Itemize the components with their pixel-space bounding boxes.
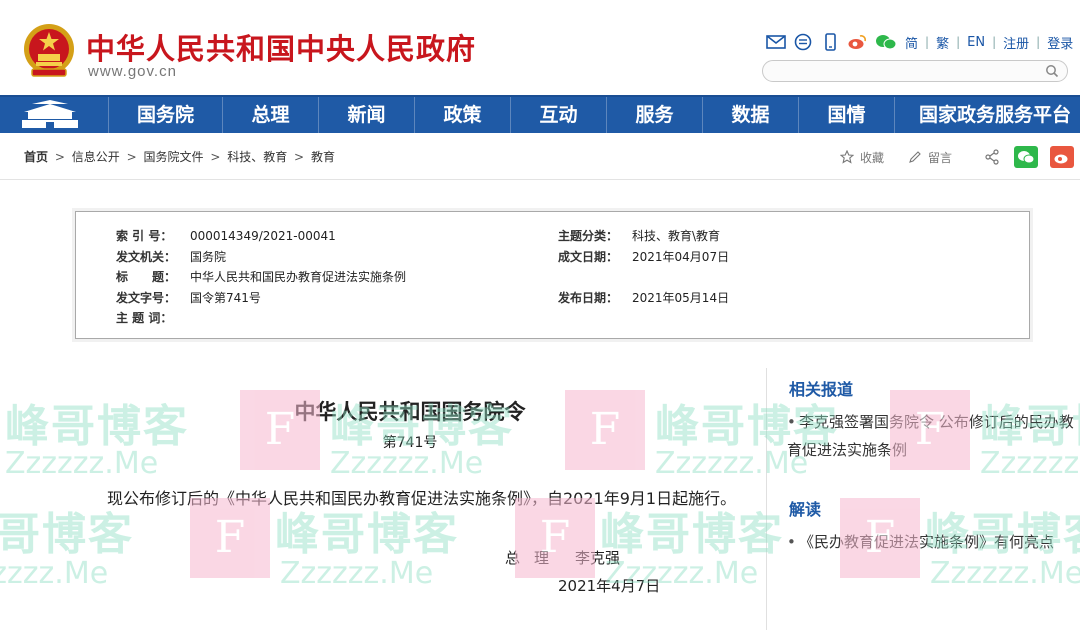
info-label: 发布日期： bbox=[558, 291, 619, 305]
watermark-text-en: Zzzzzz.Me bbox=[5, 446, 159, 481]
site-header: 中华人民共和国中央人民政府 www.gov.cn 简 | 繁 | EN | 注册… bbox=[0, 0, 1080, 95]
search-box bbox=[762, 60, 1068, 82]
mail-icon[interactable] bbox=[766, 33, 786, 51]
related-heading: 相关报道 bbox=[789, 380, 854, 399]
info-value: 国务院 bbox=[190, 250, 227, 264]
breadcrumb-item[interactable]: 科技、教育 bbox=[227, 150, 287, 164]
info-value: 000014349/2021-00041 bbox=[190, 229, 336, 243]
header-tools: 简 | 繁 | EN | 注册 | 登录 bbox=[766, 31, 1073, 53]
message-icon[interactable] bbox=[793, 33, 813, 51]
info-title: 标 题： 中华人民共和国民办教育促进法实施条例 bbox=[116, 268, 406, 285]
info-published-date: 发布日期： 2021年05月14日 bbox=[558, 289, 729, 306]
info-label: 标 题： bbox=[116, 270, 177, 284]
interpret-link[interactable]: • 《民办教育促进法实施条例》有何亮点 bbox=[787, 528, 1077, 556]
nav-item-premier[interactable]: 总理 bbox=[222, 97, 318, 133]
breadcrumb-item[interactable]: 教育 bbox=[311, 150, 335, 164]
interpret-link-text[interactable]: 《民办教育促进法实施条例》有何亮点 bbox=[799, 533, 1054, 551]
document-title: 中华人民共和国国务院令 bbox=[294, 399, 526, 424]
breadcrumb-home[interactable]: 首页 bbox=[24, 150, 48, 164]
bullet: • bbox=[787, 533, 796, 551]
lang-english[interactable]: EN bbox=[967, 35, 985, 50]
breadcrumb-separator: > bbox=[54, 150, 65, 164]
document-number: 第741号 bbox=[382, 435, 438, 451]
register-link[interactable]: 注册 bbox=[1003, 33, 1029, 52]
document-body: 现公布修订后的《中华人民共和国民办教育促进法实施条例》，自2021年9月1日起施… bbox=[107, 489, 737, 508]
watermark-text-en: Zzzzzz.Me bbox=[0, 556, 109, 591]
info-label: 主题分类： bbox=[558, 229, 619, 243]
nav-item-policy[interactable]: 政策 bbox=[414, 97, 510, 133]
weibo-icon[interactable] bbox=[847, 33, 867, 51]
star-icon[interactable] bbox=[840, 150, 854, 164]
weibo-share-button[interactable] bbox=[1050, 146, 1075, 168]
info-issuer: 发文机关： 国务院 bbox=[116, 248, 226, 265]
info-label: 发文字号： bbox=[116, 291, 177, 305]
info-value: 2021年05月14日 bbox=[632, 291, 730, 305]
nav-item-interaction[interactable]: 互动 bbox=[510, 97, 606, 133]
nav-item-state-council[interactable]: 国务院 bbox=[108, 97, 222, 133]
main-nav: 国务院 总理 新闻 政策 互动 服务 数据 国情 国家政务服务平台 bbox=[0, 95, 1080, 133]
interpret-heading: 解读 bbox=[789, 500, 822, 519]
nav-item-gov-service-platform[interactable]: 国家政务服务平台 bbox=[894, 97, 1080, 133]
breadcrumb-separator: > bbox=[126, 150, 137, 164]
nav-item-service[interactable]: 服务 bbox=[606, 97, 702, 133]
breadcrumb-separator: > bbox=[294, 150, 305, 164]
weibo-icon bbox=[1054, 154, 1068, 164]
document-date: 2021年4月7日 bbox=[558, 577, 661, 595]
sidebar: 相关报道 • 李克强签署国务院令 公布修订后的民办教育促进法实施条例 解读 • 《民… bbox=[766, 368, 1080, 630]
info-category: 主题分类： 科技、教育\教育 bbox=[558, 227, 720, 244]
info-label: 主 题 词： bbox=[116, 311, 173, 325]
divider: | bbox=[992, 35, 997, 49]
divider: | bbox=[925, 35, 930, 49]
info-created-date: 成文日期： 2021年04月07日 bbox=[558, 248, 729, 265]
lang-simplified[interactable]: 简 bbox=[905, 33, 918, 52]
site-url[interactable]: www.gov.cn bbox=[88, 63, 177, 80]
nav-item-data[interactable]: 数据 bbox=[702, 97, 798, 133]
info-value: 科技、教育\教育 bbox=[632, 229, 721, 243]
divider: | bbox=[956, 35, 961, 49]
related-link-text[interactable]: 李克强签署国务院令 公布修订后的民办教育促进法实施条例 bbox=[787, 413, 1074, 459]
nav-item-national-info[interactable]: 国情 bbox=[798, 97, 894, 133]
info-keywords: 主 题 词： bbox=[116, 309, 190, 326]
login-link[interactable]: 登录 bbox=[1047, 33, 1073, 52]
wechat-share-button[interactable] bbox=[1014, 146, 1039, 168]
breadcrumb-item[interactable]: 国务院文件 bbox=[143, 150, 203, 164]
info-value: 中华人民共和国民办教育促进法实施条例 bbox=[190, 270, 407, 284]
breadcrumb-separator: > bbox=[210, 150, 221, 164]
divider: | bbox=[1036, 35, 1041, 49]
watermark-text-en: Zzzzzz.Me bbox=[280, 556, 434, 591]
breadcrumb-item[interactable]: 信息公开 bbox=[72, 150, 120, 164]
info-doc-no: 发文字号： 国令第741号 bbox=[116, 289, 261, 306]
favorite-button[interactable]: 收藏 bbox=[860, 149, 884, 166]
share-icon[interactable] bbox=[984, 149, 1000, 165]
document-info-box: 索 引 号： 000014349/2021-00041 发文机关： 国务院 标 题：… bbox=[75, 211, 1030, 339]
comment-button[interactable]: 留言 bbox=[928, 149, 952, 166]
info-value: 国令第741号 bbox=[190, 291, 261, 305]
signature-title: 总理 bbox=[505, 549, 564, 567]
signature-name: 李克强 bbox=[575, 549, 621, 567]
info-value: 2021年04月07日 bbox=[632, 250, 730, 264]
info-label: 索 引 号： bbox=[116, 229, 173, 243]
info-label: 发文机关： bbox=[116, 250, 177, 264]
info-index-no: 索 引 号： 000014349/2021-00041 bbox=[116, 227, 336, 244]
document-signature: 总理 李克强 bbox=[505, 547, 620, 568]
nav-item-news[interactable]: 新闻 bbox=[318, 97, 414, 133]
breadcrumb-bar: 首页 > 信息公开 > 国务院文件 > 科技、教育 > 教育 收藏 留言 + bbox=[0, 134, 1080, 180]
search-icon[interactable] bbox=[1045, 64, 1059, 78]
lang-traditional[interactable]: 繁 bbox=[936, 33, 949, 52]
search-input[interactable] bbox=[775, 63, 1045, 79]
info-label: 成文日期： bbox=[558, 250, 619, 264]
breadcrumb: 首页 > 信息公开 > 国务院文件 > 科技、教育 > 教育 bbox=[24, 148, 335, 165]
watermark-box: F bbox=[565, 390, 645, 470]
related-link[interactable]: • 李克强签署国务院令 公布修订后的民办教育促进法实施条例 bbox=[787, 408, 1077, 464]
bullet: • bbox=[787, 413, 796, 431]
watermark-text: 峰哥博客 bbox=[5, 401, 189, 452]
pencil-icon[interactable] bbox=[908, 150, 922, 164]
national-emblem-icon[interactable] bbox=[22, 22, 76, 78]
page-actions: 收藏 留言 + bbox=[840, 146, 1080, 168]
wechat-icon[interactable] bbox=[874, 33, 898, 51]
site-title[interactable]: 中华人民共和国中央人民政府 bbox=[86, 26, 476, 68]
tiananmen-icon[interactable] bbox=[18, 100, 82, 130]
wechat-icon bbox=[1018, 151, 1035, 164]
mobile-icon[interactable] bbox=[820, 33, 840, 51]
